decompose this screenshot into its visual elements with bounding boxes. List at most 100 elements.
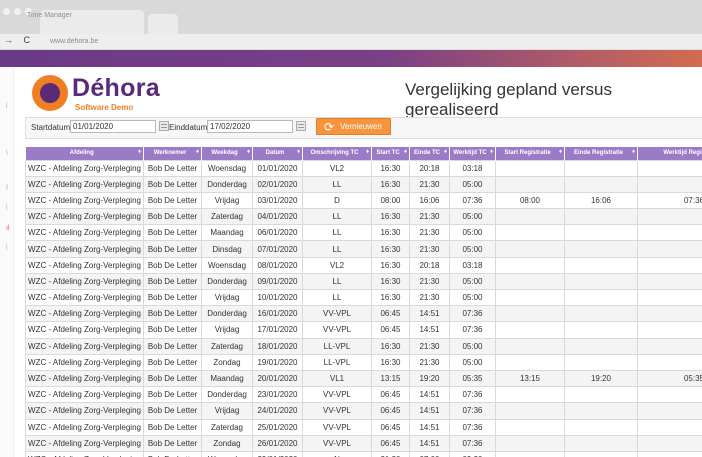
column-header[interactable]: Werktijd TC ♦ <box>449 147 496 160</box>
table-cell: 16/01/2020 <box>252 305 303 323</box>
column-header[interactable]: Werknemer ♦ <box>143 147 202 160</box>
calendar-icon[interactable] <box>159 121 169 131</box>
sidebar-fragment[interactable]: f <box>6 185 8 192</box>
column-header-label: Einde TC <box>413 150 440 157</box>
sort-icon[interactable]: ♦ <box>196 149 199 155</box>
table-cell: WZC - Afdeling Zorg-Verpleging <box>25 159 144 177</box>
table-cell: 07:36 <box>449 434 496 452</box>
table-row[interactable]: WZC - Afdeling Zorg-VerplegingBob De Let… <box>25 224 702 242</box>
sort-icon[interactable]: ♦ <box>404 149 407 155</box>
column-header[interactable]: Weekdag ♦ <box>201 147 253 160</box>
table-cell <box>495 272 565 291</box>
refresh-button[interactable]: ⟳ Vernieuwen <box>316 118 391 135</box>
table-row[interactable]: WZC - Afdeling Zorg-VerplegingBob De Let… <box>25 337 702 355</box>
page-title: Vergelijking gepland versus gerealiseerd <box>405 80 612 119</box>
table-row[interactable]: WZC - Afdeling Zorg-VerplegingBob De Let… <box>25 272 702 291</box>
column-header[interactable]: Werktijd Registratie♦ <box>637 147 702 160</box>
table-cell: 19:20 <box>564 369 638 388</box>
table-cell: Bob De Letter <box>143 418 202 436</box>
calendar-icon[interactable] <box>296 121 306 131</box>
table-cell: 21:30 <box>409 288 450 307</box>
table-cell: 03:18 <box>449 256 496 274</box>
sort-icon[interactable]: ♦ <box>247 149 250 155</box>
table-cell: 29/01/2020 <box>252 450 303 457</box>
url-field[interactable]: www.dehora.be <box>50 38 98 45</box>
table-cell: 07:36 <box>449 386 496 404</box>
table-row[interactable]: WZC - Afdeling Zorg-VerplegingBob De Let… <box>25 256 702 274</box>
table-cell <box>637 256 702 274</box>
column-header[interactable]: Start TC ♦ <box>371 147 410 160</box>
table-cell: VV-VPL <box>302 305 372 323</box>
column-header-label: Werktijd Registratie <box>663 150 702 157</box>
column-header-label: Start TC <box>376 150 400 157</box>
sidebar-fragment[interactable]: \ <box>6 150 8 157</box>
table-row[interactable]: WZC - Afdeling Zorg-VerplegingBob De Let… <box>25 305 702 323</box>
table-cell: VL1 <box>302 369 372 388</box>
column-header[interactable]: Datum ♦ <box>252 147 303 160</box>
column-header[interactable]: Afdeling ♦ <box>25 147 144 160</box>
table-cell: Vrijdag <box>201 321 253 339</box>
column-header[interactable]: Omschrijving TC ♦ <box>302 147 372 160</box>
table-cell: Bob De Letter <box>143 288 202 307</box>
close-window-dot[interactable] <box>3 8 10 15</box>
sidebar-fragment[interactable]: ıl <box>6 225 10 232</box>
table-cell: 21:30 <box>409 337 450 355</box>
table-cell: 18/01/2020 <box>252 337 303 355</box>
table-cell: 21:30 <box>371 450 410 457</box>
table-cell: Maandag <box>201 369 253 388</box>
table-cell: 06:45 <box>371 386 410 404</box>
sort-icon[interactable]: ♦ <box>138 149 141 155</box>
table-cell: 07:00 <box>409 450 450 457</box>
table-row[interactable]: WZC - Afdeling Zorg-VerplegingBob De Let… <box>25 386 702 404</box>
table-cell: 04/01/2020 <box>252 208 303 226</box>
table-row[interactable]: WZC - Afdeling Zorg-VerplegingBob De Let… <box>25 418 702 436</box>
table-cell: 20:18 <box>409 256 450 274</box>
sort-icon[interactable]: ♦ <box>444 149 447 155</box>
end-date-field[interactable]: 17/02/2020 <box>207 120 293 133</box>
table-cell: Bob De Letter <box>143 337 202 355</box>
sidebar-fragment[interactable]: l <box>6 245 8 252</box>
table-cell: 17/01/2020 <box>252 321 303 339</box>
table-cell: WZC - Afdeling Zorg-Verpleging <box>25 418 144 436</box>
table-cell: 16:30 <box>371 175 410 193</box>
table-cell: LL <box>302 240 372 258</box>
table-row[interactable]: WZC - Afdeling Zorg-VerplegingBob De Let… <box>25 402 702 420</box>
sort-icon[interactable]: ♦ <box>297 149 300 155</box>
table-row[interactable]: WZC - Afdeling Zorg-VerplegingBob De Let… <box>25 191 702 210</box>
browser-nav-icons[interactable]: → C <box>4 35 34 45</box>
table-row[interactable]: WZC - Afdeling Zorg-VerplegingBob De Let… <box>25 288 702 307</box>
table-cell <box>637 321 702 339</box>
table-cell: 03:18 <box>449 159 496 177</box>
column-header[interactable]: Einde Registratie ♦ <box>564 147 638 160</box>
column-header[interactable]: Einde TC ♦ <box>409 147 450 160</box>
browser-new-tab[interactable] <box>148 14 178 34</box>
table-row[interactable]: WZC - Afdeling Zorg-VerplegingBob De Let… <box>25 240 702 258</box>
table-row[interactable]: WZC - Afdeling Zorg-VerplegingBob De Let… <box>25 353 702 371</box>
refresh-button-label: Vernieuwen <box>340 122 382 131</box>
sidebar-fragment[interactable]: l <box>6 205 8 212</box>
table-cell <box>495 208 565 226</box>
table-row[interactable]: WZC - Afdeling Zorg-VerplegingBob De Let… <box>25 450 702 457</box>
sort-icon[interactable]: ♦ <box>632 149 635 155</box>
sort-icon[interactable]: ♦ <box>366 149 369 155</box>
table-cell: Bob De Letter <box>143 321 202 339</box>
start-date-field[interactable]: 01/01/2020 <box>70 120 156 133</box>
sort-icon[interactable]: ♦ <box>490 149 493 155</box>
table-row[interactable]: WZC - Afdeling Zorg-VerplegingBob De Let… <box>25 208 702 226</box>
minimize-window-dot[interactable] <box>14 8 21 15</box>
table-body: WZC - Afdeling Zorg-Verpleging Bob De Let… <box>25 159 702 457</box>
table-cell: Bob De Letter <box>143 402 202 420</box>
table-cell <box>495 240 565 258</box>
table-cell: 07:36 <box>637 191 702 210</box>
column-header[interactable]: Start Registratie ♦ <box>495 147 565 160</box>
table-row[interactable]: WZC - Afdeling Zorg-VerplegingBob De Let… <box>25 434 702 452</box>
table-row[interactable]: WZC - Afdeling Zorg-VerplegingBob De Let… <box>25 159 702 177</box>
table-cell <box>637 175 702 193</box>
table-cell <box>637 450 702 457</box>
table-row[interactable]: WZC - Afdeling Zorg-VerplegingBob De Let… <box>25 321 702 339</box>
sort-icon[interactable]: ♦ <box>559 149 562 155</box>
table-cell <box>637 337 702 355</box>
table-row[interactable]: WZC - Afdeling Zorg-VerplegingBob De Let… <box>25 369 702 388</box>
table-row[interactable]: WZC - Afdeling Zorg-VerplegingBob De Let… <box>25 175 702 193</box>
sidebar-fragment[interactable]: l <box>6 103 8 110</box>
